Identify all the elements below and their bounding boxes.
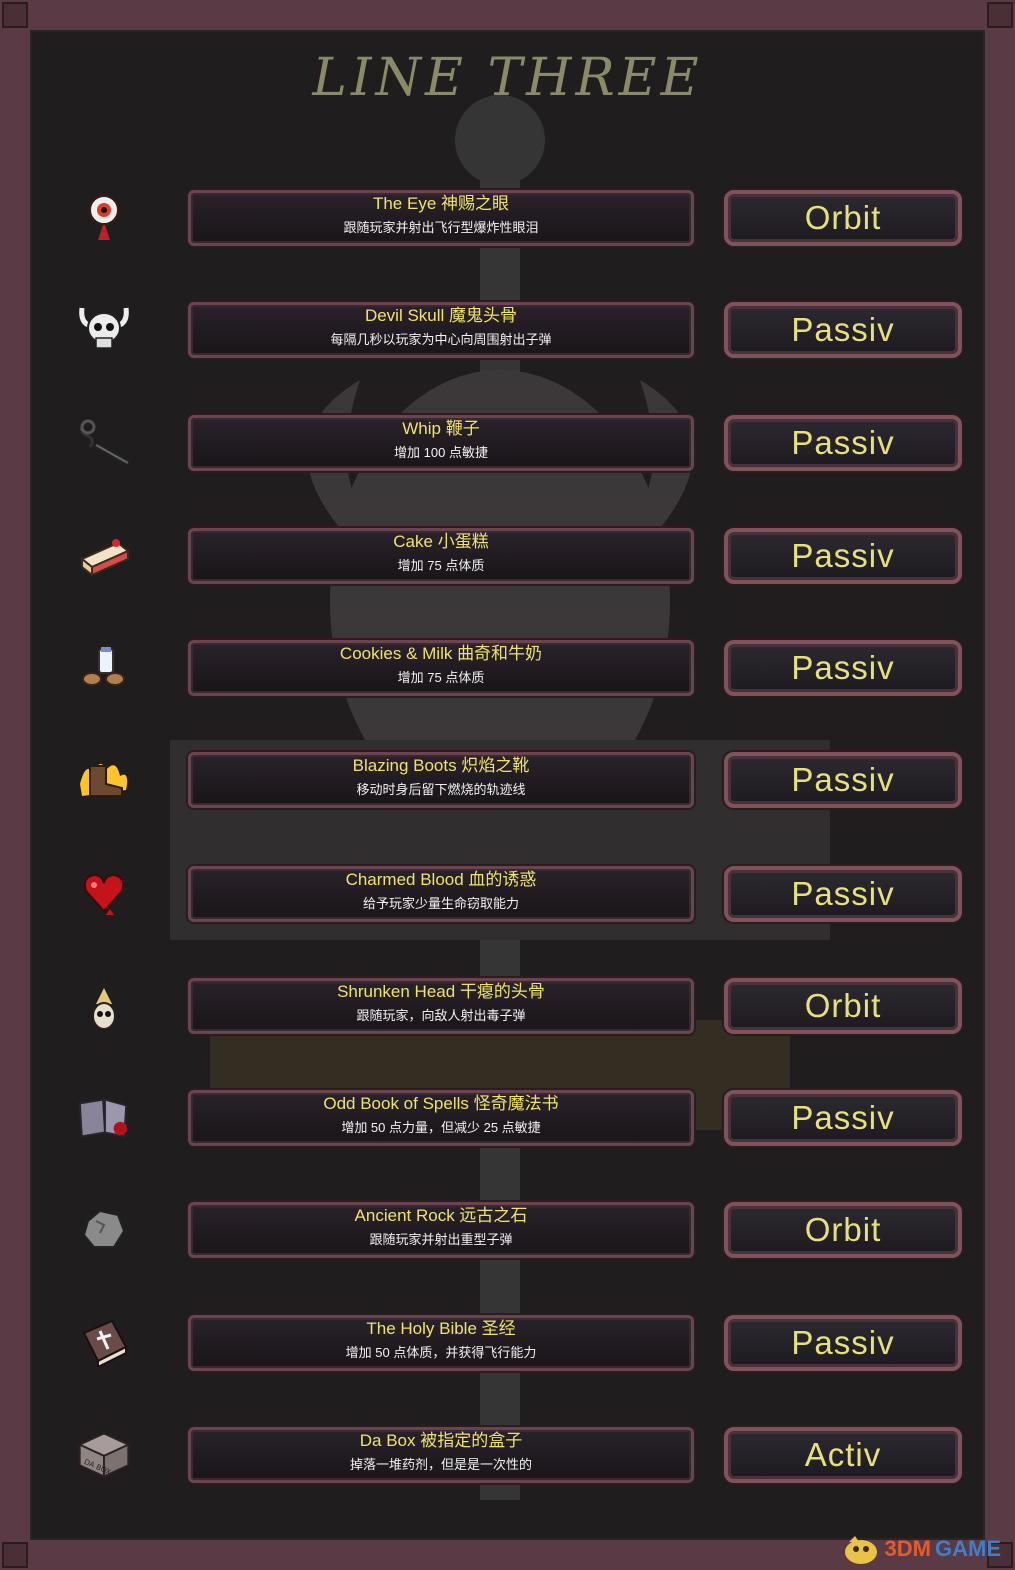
- item-type-badge: Activ: [724, 1427, 962, 1483]
- item-effect: 增加 75 点体质: [397, 558, 485, 573]
- item-name: Cookies & Milk 曲奇和牛奶: [339, 644, 543, 663]
- item-row: Shrunken Head 干瘪的头骨跟随玩家，向敌人射出毒子弹 Orbit: [0, 974, 1015, 1036]
- item-row: Charmed Blood 血的诱惑给予玩家少量生命窃取能力 Passiv: [0, 862, 1015, 924]
- item-name: Odd Book of Spells 怪奇魔法书: [323, 1094, 559, 1113]
- item-row: Cake 小蛋糕增加 75 点体质 Passiv: [0, 524, 1015, 586]
- item-row: Odd Book of Spells 怪奇魔法书增加 50 点力量，但减少 25…: [0, 1086, 1015, 1148]
- item-type-badge: Orbit: [724, 1202, 962, 1258]
- item-type-label: Passiv: [791, 311, 895, 348]
- spell-book-icon: [76, 1092, 132, 1142]
- item-type-badge: Passiv: [724, 1090, 962, 1146]
- item-effect: 掉落一堆药剂，但是是一次性的: [349, 1457, 532, 1472]
- devil-skull-icon: [76, 304, 132, 354]
- item-effect: 跟随玩家并射出飞行型爆炸性眼泪: [343, 220, 539, 235]
- item-name: The Holy Bible 圣经: [366, 1319, 516, 1338]
- item-name: Blazing Boots 炽焰之靴: [352, 756, 530, 775]
- item-effect: 移动时身后留下燃烧的轨迹线: [356, 782, 526, 797]
- item-type-badge: Passiv: [724, 1315, 962, 1371]
- item-type-badge: Orbit: [724, 190, 962, 246]
- eye-icon: [76, 192, 132, 242]
- watermark-suffix: GAME: [935, 1536, 1001, 1561]
- item-effect: 给予玩家少量生命窃取能力: [362, 896, 519, 911]
- item-name: Shrunken Head 干瘪的头骨: [337, 982, 545, 1001]
- item-type-badge: Passiv: [724, 752, 962, 808]
- watermark-prefix: 3DM: [884, 1536, 931, 1561]
- item-description-panel: The Holy Bible 圣经增加 50 点体质，并获得飞行能力: [188, 1315, 694, 1371]
- item-type-label: Passiv: [791, 875, 895, 912]
- mascot-icon: [844, 1536, 877, 1564]
- item-description-panel: Devil Skull 魔鬼头骨每隔几秒以玩家为中心向周围射出子弹: [188, 302, 694, 358]
- item-description-panel: Charmed Blood 血的诱惑给予玩家少量生命窃取能力: [188, 866, 694, 922]
- item-description-panel: Blazing Boots 炽焰之靴移动时身后留下燃烧的轨迹线: [188, 752, 694, 808]
- item-type-badge: Passiv: [724, 415, 962, 471]
- charmed-blood-icon: [76, 868, 132, 918]
- item-row: The Eye 神赐之眼跟随玩家并射出飞行型爆炸性眼泪 Orbit: [0, 186, 1015, 248]
- page-title: LINE THREE: [312, 48, 703, 108]
- whip-icon: [76, 417, 132, 467]
- item-name: Charmed Blood 血的诱惑: [345, 870, 537, 889]
- item-description-panel: Cookies & Milk 曲奇和牛奶增加 75 点体质: [188, 640, 694, 696]
- item-type-label: Passiv: [791, 424, 895, 461]
- frame-corner: [987, 2, 1013, 28]
- item-row: The Holy Bible 圣经增加 50 点体质，并获得飞行能力 Passiv: [0, 1311, 1015, 1373]
- item-type-label: Passiv: [791, 1324, 895, 1361]
- item-effect: 每隔几秒以玩家为中心向周围射出子弹: [330, 332, 552, 347]
- item-effect: 增加 75 点体质: [397, 670, 485, 685]
- item-type-badge: Passiv: [724, 302, 962, 358]
- item-description-panel: Da Box 被指定的盒子掉落一堆药剂，但是是一次性的: [188, 1427, 694, 1483]
- item-type-label: Passiv: [791, 761, 895, 798]
- item-effect: 跟随玩家，向敌人射出毒子弹: [356, 1008, 526, 1023]
- item-name: Whip 鞭子: [402, 419, 480, 438]
- item-row: Cookies & Milk 曲奇和牛奶增加 75 点体质 Passiv: [0, 636, 1015, 698]
- box-icon: DA BOX: [76, 1429, 132, 1479]
- item-name: Da Box 被指定的盒子: [359, 1431, 523, 1450]
- item-description-panel: The Eye 神赐之眼跟随玩家并射出飞行型爆炸性眼泪: [188, 190, 694, 246]
- item-description-panel: Ancient Rock 远古之石跟随玩家并射出重型子弹: [188, 1202, 694, 1258]
- item-row: Blazing Boots 炽焰之靴移动时身后留下燃烧的轨迹线 Passiv: [0, 748, 1015, 810]
- item-type-label: Passiv: [791, 537, 895, 574]
- frame-corner: [2, 2, 28, 28]
- item-effect: 增加 50 点体质，并获得飞行能力: [345, 1345, 537, 1360]
- item-name: Devil Skull 魔鬼头骨: [364, 306, 518, 325]
- cookies-milk-icon: [76, 642, 132, 692]
- item-type-badge: Passiv: [724, 866, 962, 922]
- cake-icon: [76, 530, 132, 580]
- item-type-label: Passiv: [791, 1099, 895, 1136]
- item-row: Whip 鞭子增加 100 点敏捷 Passiv: [0, 411, 1015, 473]
- item-description-panel: Odd Book of Spells 怪奇魔法书增加 50 点力量，但减少 25…: [188, 1090, 694, 1146]
- item-row: Devil Skull 魔鬼头骨每隔几秒以玩家为中心向周围射出子弹 Passiv: [0, 298, 1015, 360]
- rock-icon: [76, 1204, 132, 1254]
- item-description-panel: Whip 鞭子增加 100 点敏捷: [188, 415, 694, 471]
- item-name: Ancient Rock 远古之石: [354, 1206, 528, 1225]
- item-type-badge: Orbit: [724, 978, 962, 1034]
- item-effect: 跟随玩家并射出重型子弹: [369, 1232, 513, 1247]
- item-description-panel: Cake 小蛋糕增加 75 点体质: [188, 528, 694, 584]
- item-type-label: Orbit: [804, 1211, 882, 1248]
- item-type-badge: Passiv: [724, 640, 962, 696]
- item-name: The Eye 神赐之眼: [372, 194, 510, 213]
- watermark: 3DM GAME: [841, 1532, 1001, 1566]
- item-type-badge: Passiv: [724, 528, 962, 584]
- shrunken-head-icon: [76, 980, 132, 1030]
- blazing-boots-icon: [76, 754, 132, 804]
- item-type-label: Orbit: [804, 199, 882, 236]
- frame-corner: [2, 1542, 28, 1568]
- item-row: DA BOX Da Box 被指定的盒子掉落一堆药剂，但是是一次性的 Activ: [0, 1423, 1015, 1485]
- item-type-label: Orbit: [804, 987, 882, 1024]
- item-type-label: Activ: [804, 1436, 882, 1473]
- item-effect: 增加 50 点力量，但减少 25 点敏捷: [341, 1120, 541, 1135]
- item-effect: 增加 100 点敏捷: [394, 445, 488, 460]
- item-row: Ancient Rock 远古之石跟随玩家并射出重型子弹 Orbit: [0, 1198, 1015, 1260]
- item-description-panel: Shrunken Head 干瘪的头骨跟随玩家，向敌人射出毒子弹: [188, 978, 694, 1034]
- bible-icon: [76, 1317, 132, 1367]
- item-name: Cake 小蛋糕: [393, 532, 489, 551]
- item-type-label: Passiv: [791, 649, 895, 686]
